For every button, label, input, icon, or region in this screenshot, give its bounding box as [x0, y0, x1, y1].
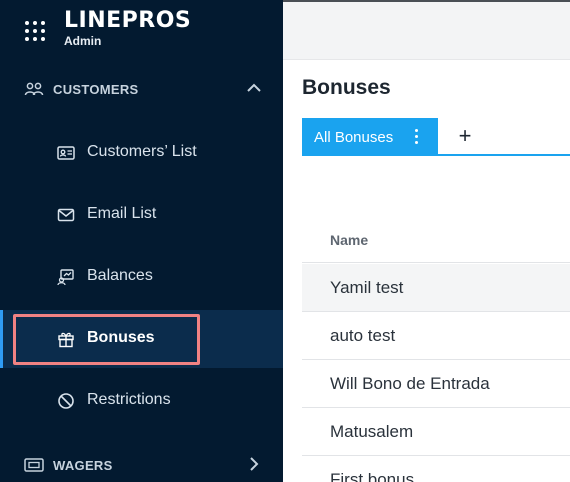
tab-all-bonuses[interactable]: All Bonuses: [302, 118, 438, 156]
section-customers[interactable]: CUSTOMERS: [0, 67, 283, 111]
sidebar-item-email-list[interactable]: Email List: [0, 186, 283, 244]
logo: LINEPROS: [64, 8, 192, 33]
chevron-right-icon[interactable]: [245, 455, 263, 473]
column-header-name[interactable]: Name: [302, 216, 570, 263]
cell-name: First bonus: [330, 470, 415, 482]
sidebar-item-restrictions[interactable]: Restrictions: [0, 372, 283, 430]
chevron-up-icon[interactable]: [245, 79, 263, 97]
sidebar-item-customers-list[interactable]: Customers’ List: [0, 124, 283, 182]
gift-icon: [58, 332, 74, 348]
main-header-bar: [283, 2, 570, 60]
table-row[interactable]: Yamil test: [302, 264, 570, 312]
section-label: CUSTOMERS: [53, 82, 139, 97]
active-indicator: [0, 310, 3, 368]
column-header-label: Name: [330, 232, 369, 248]
users-icon: [24, 82, 44, 96]
kebab-menu-icon[interactable]: [410, 127, 422, 147]
sidebar-item-balances[interactable]: Balances: [0, 248, 283, 306]
table-row[interactable]: First bonus: [302, 456, 570, 482]
app-grid-icon[interactable]: [25, 21, 47, 43]
sidebar-item-label: Email List: [87, 205, 157, 222]
table-row[interactable]: Will Bono de Entrada: [302, 360, 570, 408]
cell-name: Will Bono de Entrada: [330, 374, 490, 393]
id-card-icon: [57, 146, 75, 160]
table-row[interactable]: auto test: [302, 312, 570, 360]
sidebar-item-label: Bonuses: [87, 329, 155, 346]
logo-subtitle: Admin: [64, 34, 102, 48]
sidebar-item-label: Customers’ List: [87, 143, 197, 160]
cell-name: auto test: [330, 326, 396, 345]
tab-bar: All Bonuses +: [302, 118, 570, 156]
sidebar: LINEPROS Admin CUSTOMERS Customers’ List: [0, 0, 283, 482]
balance-icon: [57, 269, 74, 286]
section-wagers[interactable]: WAGERS: [0, 443, 283, 482]
ban-icon: [58, 393, 74, 409]
table-row[interactable]: Matusalem: [302, 408, 570, 456]
envelope-icon: [57, 208, 75, 222]
ticket-icon: [24, 458, 44, 472]
add-tab-button[interactable]: +: [452, 123, 478, 151]
brand-header: LINEPROS Admin: [0, 0, 283, 60]
tab-label: All Bonuses: [314, 129, 394, 146]
section-label: WAGERS: [53, 458, 113, 473]
cell-name: Matusalem: [330, 422, 414, 441]
sidebar-item-bonuses[interactable]: Bonuses: [0, 310, 283, 368]
sidebar-item-label: Restrictions: [87, 391, 171, 408]
sidebar-item-label: Balances: [87, 267, 153, 284]
page-title: Bonuses: [302, 76, 391, 99]
cell-name: Yamil test: [330, 278, 404, 297]
